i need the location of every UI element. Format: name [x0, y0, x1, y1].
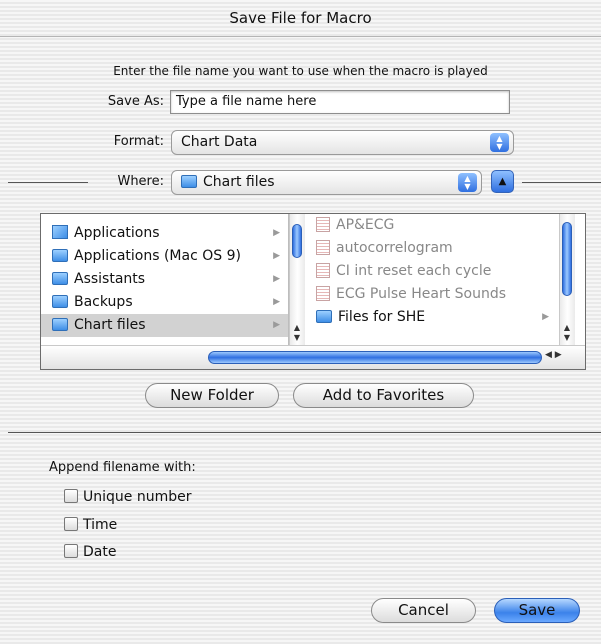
folder-icon [181, 175, 197, 188]
scroll-thumb[interactable] [292, 224, 302, 258]
list-item[interactable]: Files for SHE ▶ [312, 306, 557, 329]
scroll-arrows-icon[interactable]: ▲ ▼ [561, 323, 573, 343]
list-item[interactable]: autocorrelogram [312, 237, 557, 260]
disclosure-arrow-icon: ▶ [273, 228, 280, 238]
list-item[interactable]: Assistants ▶ [41, 268, 288, 291]
disclosure-arrow-icon: ▶ [273, 274, 280, 284]
popup-arrows-icon: ▲ ▼ [458, 173, 477, 192]
append-label: Append filename with: [49, 460, 196, 475]
unique-number-checkbox[interactable]: Unique number [64, 488, 191, 506]
column-2-scrollbar[interactable]: ▲ ▼ [559, 214, 575, 345]
applications-folder-icon [52, 225, 68, 239]
time-checkbox[interactable]: Time [64, 516, 117, 534]
where-value: Chart files [203, 174, 275, 190]
where-divider-right [522, 182, 601, 183]
list-item[interactable]: Applications (Mac OS 9) ▶ [41, 245, 288, 268]
disclosure-arrow-icon: ▶ [273, 297, 280, 307]
checkbox-icon [64, 544, 78, 558]
disclosure-arrow-icon: ▶ [542, 312, 549, 322]
title-divider [0, 36, 601, 37]
chart-document-icon [316, 286, 330, 301]
file-browser[interactable]: Applications ▶ Applications (Mac OS 9) ▶ A… [40, 213, 586, 370]
window-title: Save File for Macro [229, 9, 372, 27]
add-to-favorites-button[interactable]: Add to Favorites [293, 383, 474, 408]
new-folder-button[interactable]: New Folder [145, 383, 279, 408]
browser-column-2[interactable]: AP&ECG autocorrelogram CI int reset each… [312, 214, 557, 345]
expand-collapse-button[interactable]: ▲ [491, 170, 514, 193]
disclosure-arrow-icon: ▶ [273, 251, 280, 261]
disclosure-arrow-icon: ▶ [273, 320, 280, 330]
checkbox-icon [64, 489, 78, 503]
folder-icon [52, 272, 68, 285]
chart-document-icon [316, 263, 330, 278]
save-as-input[interactable]: Type a file name here [170, 90, 510, 114]
scroll-arrows-icon[interactable]: ▲ ▼ [291, 323, 303, 343]
where-popup[interactable]: Chart files ▲ ▼ [171, 170, 482, 195]
cancel-button[interactable]: Cancel [371, 598, 476, 623]
save-button[interactable]: Save [494, 598, 580, 623]
where-divider-left [8, 182, 88, 183]
date-checkbox[interactable]: Date [64, 543, 116, 561]
browser-horizontal-scrollbar[interactable]: ◀ ▶ [41, 345, 585, 369]
list-item[interactable]: ECG Pulse Heart Sounds [312, 283, 557, 306]
format-popup[interactable]: Chart Data ▲ ▼ [171, 130, 514, 155]
folder-icon [52, 295, 68, 308]
popup-arrows-icon: ▲ ▼ [490, 133, 509, 152]
save-as-label: Save As: [107, 94, 164, 109]
chart-document-icon [316, 217, 330, 232]
triangle-up-icon: ▲ [498, 176, 507, 187]
column-1-scrollbar[interactable]: ▲ ▼ [289, 214, 305, 345]
list-item[interactable]: AP&ECG [312, 214, 557, 237]
horizontal-scroll-arrows-icon[interactable]: ◀ ▶ [545, 350, 562, 360]
scroll-thumb[interactable] [562, 222, 572, 296]
checkbox-icon [64, 517, 78, 531]
where-label: Where: [117, 174, 164, 189]
format-label: Format: [113, 134, 164, 149]
chart-document-icon [316, 240, 330, 255]
instruction-text: Enter the file name you want to use when… [113, 64, 488, 78]
list-item-selected[interactable]: Chart files ▶ [41, 314, 288, 337]
list-item[interactable]: Applications ▶ [41, 222, 288, 245]
format-value: Chart Data [181, 134, 258, 150]
folder-icon [52, 318, 68, 331]
list-item[interactable]: CI int reset each cycle [312, 260, 557, 283]
browser-column-1[interactable]: Applications ▶ Applications (Mac OS 9) ▶ A… [41, 214, 289, 345]
folder-icon [52, 249, 68, 262]
list-item[interactable]: Backups ▶ [41, 291, 288, 314]
folder-icon [316, 310, 332, 323]
section-divider [8, 432, 601, 433]
horizontal-scroll-thumb[interactable] [208, 351, 542, 364]
